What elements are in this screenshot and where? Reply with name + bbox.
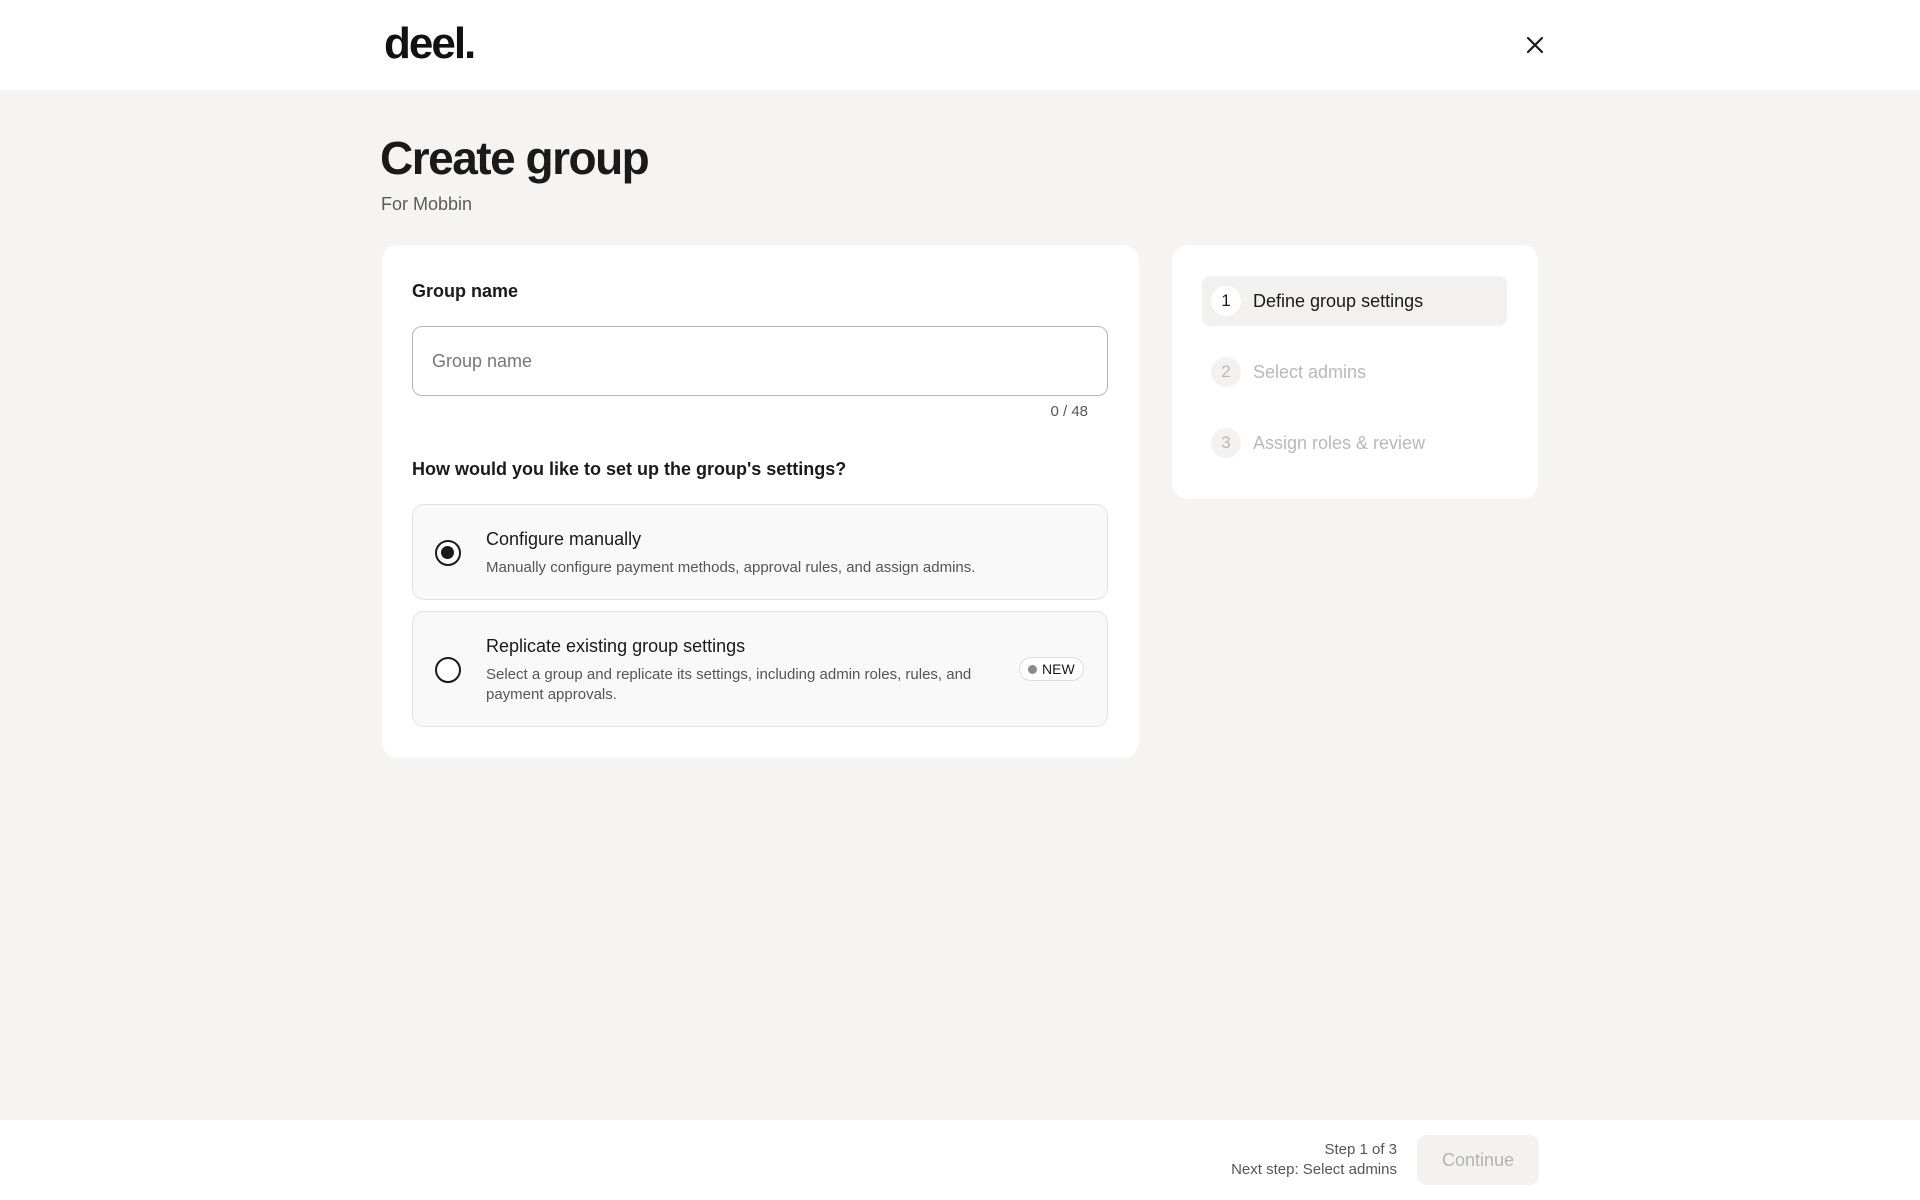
badge-dot-icon (1028, 664, 1037, 674)
group-name-label: Group name (412, 281, 519, 301)
step-number: 2 (1211, 357, 1241, 387)
footer-bar: Step 1 of 3 Next step: Select admins Con… (0, 1120, 1920, 1200)
continue-button[interactable]: Continue (1417, 1135, 1539, 1185)
step-assign-roles-review: 3 Assign roles & review (1202, 418, 1507, 468)
option-description: Select a group and replicate its setting… (486, 666, 972, 703)
option-replicate-existing[interactable]: Replicate existing group settings Select… (412, 611, 1108, 727)
badge-label: NEW (1042, 661, 1075, 677)
radio-configure-manually[interactable] (435, 540, 461, 566)
steps-sidebar: 1 Define group settings 2 Select admins … (1172, 245, 1538, 499)
option-configure-manually[interactable]: Configure manually Manually configure pa… (412, 504, 1108, 600)
character-counter: 0 / 48 (1050, 403, 1088, 420)
step-define-group-settings: 1 Define group settings (1202, 276, 1507, 326)
footer-step-info: Step 1 of 3 Next step: Select admins (1100, 1140, 1397, 1180)
step-number: 3 (1211, 428, 1241, 458)
step-progress-text: Step 1 of 3 (1324, 1141, 1397, 1158)
radio-replicate-existing[interactable] (435, 657, 461, 683)
step-number: 1 (1211, 286, 1241, 316)
step-label: Define group settings (1253, 291, 1424, 311)
next-step-text: Next step: Select admins (1231, 1161, 1397, 1178)
top-header: deel. (0, 0, 1920, 90)
page-title: Create group (380, 132, 650, 184)
option-description: Manually configure payment methods, appr… (486, 559, 976, 576)
deel-logo[interactable]: deel. (384, 18, 476, 70)
option-title: Replicate existing group settings (486, 636, 746, 656)
option-title: Configure manually (486, 529, 642, 549)
new-badge: NEW (1019, 657, 1084, 681)
step-label: Assign roles & review (1253, 433, 1426, 453)
close-icon (1526, 36, 1544, 54)
settings-question: How would you like to set up the group's… (412, 459, 847, 479)
close-button[interactable] (1520, 30, 1550, 60)
page-subtitle: For Mobbin (381, 194, 473, 214)
step-label: Select admins (1253, 362, 1367, 382)
group-name-input[interactable] (412, 326, 1108, 396)
group-settings-card: Group name 0 / 48 How would you like to … (382, 245, 1139, 758)
step-select-admins: 2 Select admins (1202, 347, 1507, 397)
